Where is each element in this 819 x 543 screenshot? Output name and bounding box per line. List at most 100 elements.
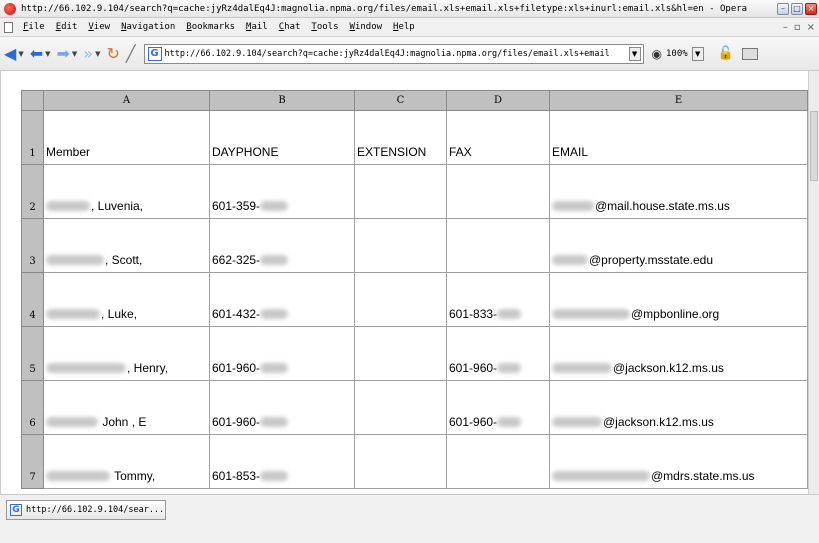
menu-window[interactable]: Window bbox=[350, 22, 383, 32]
redacted-text bbox=[552, 363, 612, 373]
column-header-row: A B C D E bbox=[21, 90, 808, 111]
fax-cell bbox=[446, 164, 550, 219]
redacted-text bbox=[260, 471, 289, 481]
email-domain: @mpbonline.org bbox=[631, 307, 720, 321]
fax-cell: FAX bbox=[446, 110, 550, 165]
back-arrow-icon: ⬅ bbox=[29, 43, 44, 63]
column-header: A bbox=[43, 90, 210, 111]
scrollbar-thumb[interactable] bbox=[810, 111, 818, 181]
redacted-text bbox=[46, 255, 104, 265]
extension-cell: EXTENSION bbox=[354, 110, 447, 165]
menu-chat[interactable]: Chat bbox=[279, 22, 301, 32]
email-cell: EMAIL bbox=[549, 110, 808, 165]
redacted-text bbox=[260, 201, 289, 211]
lock-icon[interactable]: 🔓 bbox=[718, 46, 734, 61]
edit-site-button[interactable]: ╱ bbox=[126, 45, 136, 62]
email-cell: @mpbonline.org bbox=[549, 272, 808, 327]
close-button[interactable]: × bbox=[805, 2, 817, 15]
member-cell: , Henry, bbox=[43, 326, 210, 381]
reload-button[interactable]: ↻ bbox=[106, 43, 120, 63]
minimize-button[interactable]: – bbox=[777, 2, 789, 15]
phone-prefix: 601-960- bbox=[212, 361, 261, 375]
chevron-down-icon: ▼ bbox=[71, 49, 78, 58]
google-icon: G bbox=[147, 46, 162, 61]
member-cell: , Luke, bbox=[43, 272, 210, 327]
address-dropdown-button[interactable]: ▼ bbox=[628, 46, 641, 61]
dayphone-cell: 601-960- bbox=[209, 326, 355, 381]
fax-cell bbox=[446, 218, 550, 273]
window-title: http://66.102.9.104/search?q=cache:jyRz4… bbox=[21, 3, 748, 14]
email-cell: @mail.house.state.ms.us bbox=[549, 164, 808, 219]
menu-file[interactable]: File bbox=[23, 22, 45, 32]
extension-cell bbox=[354, 218, 447, 273]
rewind-button[interactable]: ◀ ▼ bbox=[4, 43, 24, 63]
row-header: 5 bbox=[21, 326, 44, 381]
fax-cell bbox=[446, 434, 550, 489]
window-titlebar: http://66.102.9.104/search?q=cache:jyRz4… bbox=[0, 0, 819, 18]
extension-cell bbox=[354, 164, 447, 219]
address-bar[interactable]: G ▼ bbox=[143, 43, 644, 64]
member-cell: John , E bbox=[43, 380, 210, 435]
redacted-text bbox=[260, 309, 289, 319]
member-name: Tommy, bbox=[111, 469, 156, 483]
row-header: 6 bbox=[21, 380, 44, 435]
email-domain: @property.msstate.edu bbox=[589, 253, 714, 267]
row-header: 3 bbox=[21, 218, 44, 273]
table-row: 7 Tommy, 601-853- @mdrs.state.ms.us bbox=[21, 434, 808, 489]
fax-cell: 601-960- bbox=[446, 326, 550, 381]
fast-forward-button[interactable]: » ▼ bbox=[83, 45, 100, 62]
table-row: 6 John , E 601-960- 601-960- @jackson.k1… bbox=[21, 380, 808, 435]
menu-mail[interactable]: Mail bbox=[246, 22, 268, 32]
member-name: , Scott, bbox=[105, 253, 143, 267]
zoom-level: 100% bbox=[666, 48, 688, 59]
page-tab[interactable]: G http://66.102.9.104/sear... bbox=[6, 500, 166, 520]
row-header: 2 bbox=[21, 164, 44, 219]
camera-icon[interactable] bbox=[741, 47, 758, 60]
address-input[interactable] bbox=[164, 48, 629, 59]
menu-navigation[interactable]: Navigation bbox=[121, 22, 175, 32]
member-name: , Luke, bbox=[101, 307, 138, 321]
dayphone-cell: 601-960- bbox=[209, 380, 355, 435]
phone-prefix: 662-325- bbox=[212, 253, 261, 267]
dayphone-cell: DAYPHONE bbox=[209, 110, 355, 165]
row-header: 7 bbox=[21, 434, 44, 489]
zoom-dropdown-button[interactable]: ▼ bbox=[691, 46, 704, 61]
member-cell: , Luvenia, bbox=[43, 164, 210, 219]
phone-prefix: 601-960- bbox=[212, 415, 261, 429]
fax-prefix: 601-960- bbox=[449, 415, 498, 429]
email-cell: @mdrs.state.ms.us bbox=[549, 434, 808, 489]
member-cell: Tommy, bbox=[43, 434, 210, 489]
rewind-icon: ◀ bbox=[4, 43, 17, 63]
email-domain: @mdrs.state.ms.us bbox=[651, 469, 755, 483]
column-header: C bbox=[354, 90, 447, 111]
vertical-scrollbar[interactable] bbox=[808, 71, 819, 494]
menu-tools[interactable]: Tools bbox=[311, 22, 338, 32]
member-name: , Henry, bbox=[127, 361, 169, 375]
corner-cell bbox=[21, 90, 44, 111]
page-icon bbox=[4, 21, 13, 33]
forward-button[interactable]: ➡ ▼ bbox=[57, 45, 78, 62]
zoom-control[interactable]: ◉ 100% ▼ bbox=[652, 46, 706, 61]
maximize-button[interactable]: □ bbox=[791, 2, 803, 15]
member-name: John , E bbox=[99, 415, 147, 429]
page-content: A B C D E 1 Member DAYPHONE EXTENSION FA… bbox=[0, 71, 808, 494]
fax-cell: 601-833- bbox=[446, 272, 550, 327]
menu-view[interactable]: View bbox=[88, 22, 110, 32]
restore-icon[interactable]: – bbox=[783, 22, 788, 33]
menu-bookmarks[interactable]: Bookmarks bbox=[186, 22, 235, 32]
redacted-text bbox=[552, 255, 588, 265]
redacted-text bbox=[46, 363, 126, 373]
fax-prefix: 601-960- bbox=[449, 361, 498, 375]
close-page-icon[interactable]: × bbox=[807, 22, 815, 33]
redacted-text bbox=[552, 417, 602, 427]
reload-icon: ↻ bbox=[106, 43, 120, 63]
spreadsheet-table: A B C D E 1 Member DAYPHONE EXTENSION FA… bbox=[21, 90, 808, 489]
back-button[interactable]: ⬅ ▼ bbox=[29, 43, 51, 63]
menu-help[interactable]: Help bbox=[393, 22, 415, 32]
menu-edit[interactable]: Edit bbox=[56, 22, 78, 32]
dayphone-cell: 601-359- bbox=[209, 164, 355, 219]
member-cell: Member bbox=[43, 110, 210, 165]
extension-cell bbox=[354, 380, 447, 435]
column-header: E bbox=[549, 90, 808, 111]
tile-icon[interactable]: ▫ bbox=[794, 22, 801, 33]
